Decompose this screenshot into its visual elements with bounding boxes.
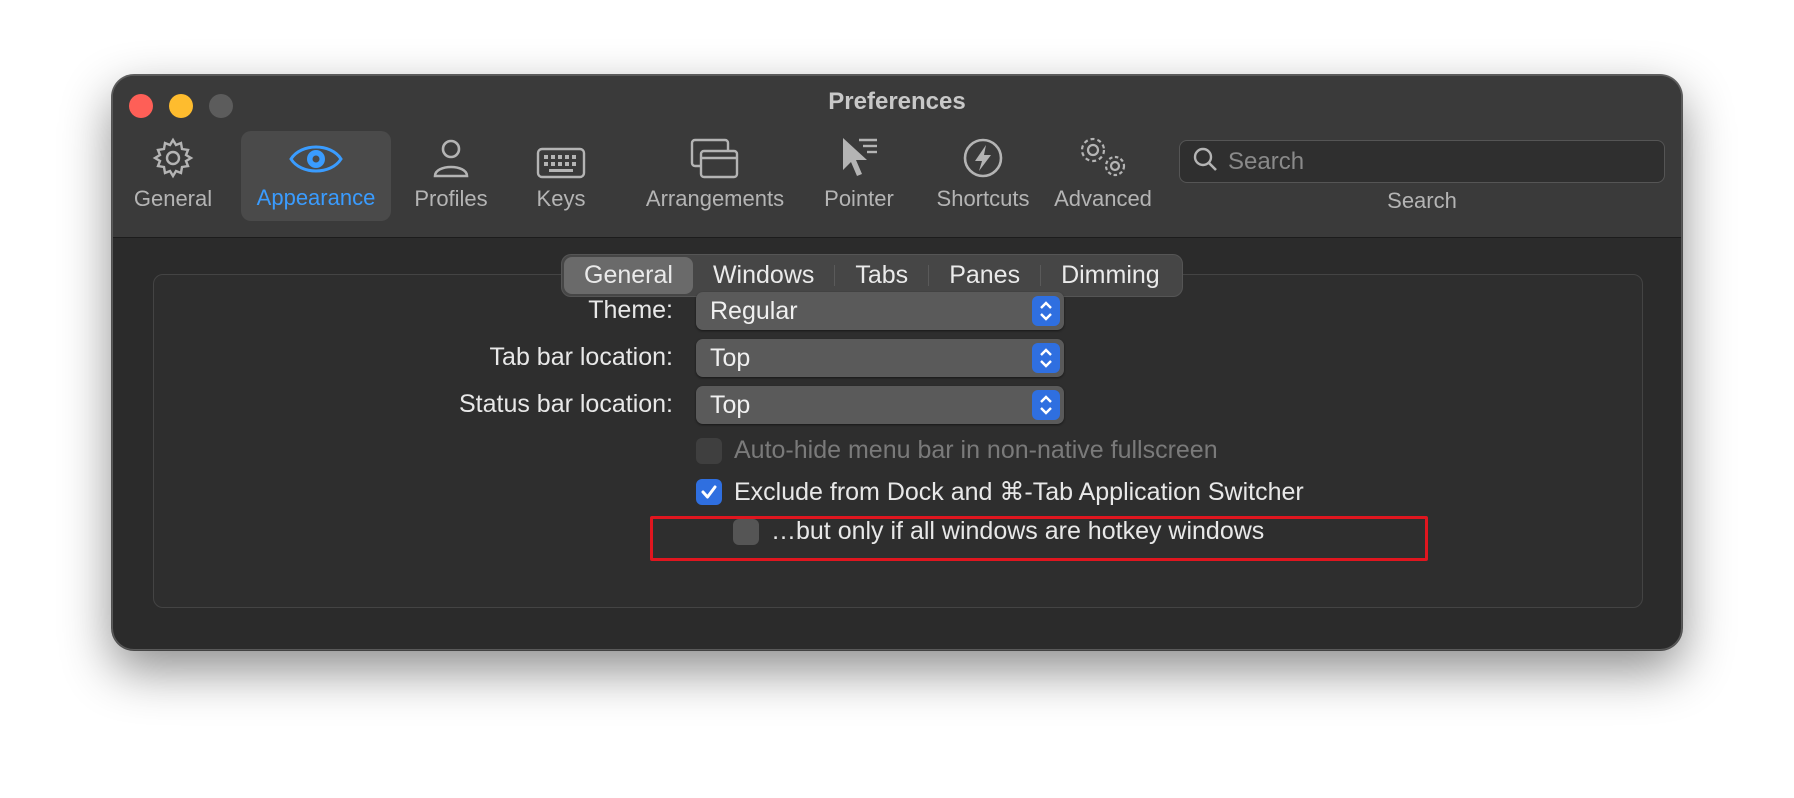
toolbar-item-keys[interactable]: Keys xyxy=(513,132,609,222)
window-title: Preferences xyxy=(828,88,966,115)
toolbar-item-profiles[interactable]: Profiles xyxy=(403,132,499,222)
highlight-annotation xyxy=(650,516,1428,561)
eye-icon xyxy=(288,131,344,179)
toolbar-label-shortcuts: Shortcuts xyxy=(936,186,1030,211)
tab-tabs[interactable]: Tabs xyxy=(835,257,928,294)
toolbar-label-advanced: Advanced xyxy=(1054,186,1152,211)
tab-bar-location-label: Tab bar location: xyxy=(489,343,673,371)
toolbar-label-appearance: Appearance xyxy=(256,185,376,210)
toolbar-label-general: General xyxy=(133,186,213,211)
exclude-from-dock-checkbox[interactable]: Exclude from Dock and ⌘-Tab Application … xyxy=(696,477,1304,507)
keyboard-icon xyxy=(536,132,586,180)
bolt-icon xyxy=(961,132,1005,180)
toolbar-item-pointer[interactable]: Pointer xyxy=(811,132,907,222)
status-bar-location-label: Status bar location: xyxy=(458,390,673,418)
status-bar-location-value: Top xyxy=(710,390,751,419)
toolbar-label-pointer: Pointer xyxy=(824,186,894,211)
search-field[interactable] xyxy=(1179,140,1665,183)
toolbar-item-shortcuts[interactable]: Shortcuts xyxy=(913,132,1053,222)
status-bar-location-popup[interactable]: Top xyxy=(696,386,1064,424)
tab-bar: General Windows Tabs Panes Dimming xyxy=(561,254,1183,297)
toolbar-item-advanced[interactable]: Advanced xyxy=(1043,132,1163,222)
tab-dimming[interactable]: Dimming xyxy=(1041,257,1180,294)
toolbar-label-profiles: Profiles xyxy=(414,186,488,211)
tab-windows[interactable]: Windows xyxy=(693,257,834,294)
tab-bar-location-value: Top xyxy=(710,343,751,372)
tab-panes[interactable]: Panes xyxy=(929,257,1040,294)
tab-general[interactable]: General xyxy=(564,257,693,294)
chevron-updown-icon xyxy=(1032,296,1060,326)
theme-value: Regular xyxy=(710,296,798,325)
chevron-updown-icon xyxy=(1032,343,1060,373)
toolbar: Preferences General Appearance Profiles xyxy=(113,76,1681,238)
toolbar-item-appearance[interactable]: Appearance xyxy=(241,131,391,221)
search-icon xyxy=(1192,146,1218,177)
auto-hide-menu-bar-checkbox[interactable]: Auto-hide menu bar in non-native fullscr… xyxy=(696,436,1218,465)
preferences-window: Preferences General Appearance Profiles xyxy=(112,75,1682,650)
person-icon xyxy=(431,132,471,180)
toolbar-label-arrangements: Arrangements xyxy=(645,186,785,211)
search-label: Search xyxy=(1387,188,1457,213)
pointer-icon xyxy=(837,132,881,180)
tab-bar-location-popup[interactable]: Top xyxy=(696,339,1064,377)
checkmark-icon xyxy=(701,485,717,499)
exclude-from-dock-label: Exclude from Dock and ⌘-Tab Application … xyxy=(734,478,1304,506)
auto-hide-menu-bar-label: Auto-hide menu bar in non-native fullscr… xyxy=(734,436,1218,464)
checkbox-box xyxy=(696,479,722,505)
chevron-updown-icon xyxy=(1032,390,1060,420)
search-input[interactable] xyxy=(1228,147,1648,176)
gear-icon xyxy=(151,132,195,180)
theme-label: Theme: xyxy=(588,296,673,324)
toolbar-item-general[interactable]: General xyxy=(125,132,221,222)
windows-icon xyxy=(690,132,740,180)
theme-popup[interactable]: Regular xyxy=(696,292,1064,330)
toolbar-item-arrangements[interactable]: Arrangements xyxy=(625,132,805,222)
toolbar-label-keys: Keys xyxy=(536,186,586,211)
checkbox-box xyxy=(696,437,722,464)
gears-icon xyxy=(1075,132,1131,180)
